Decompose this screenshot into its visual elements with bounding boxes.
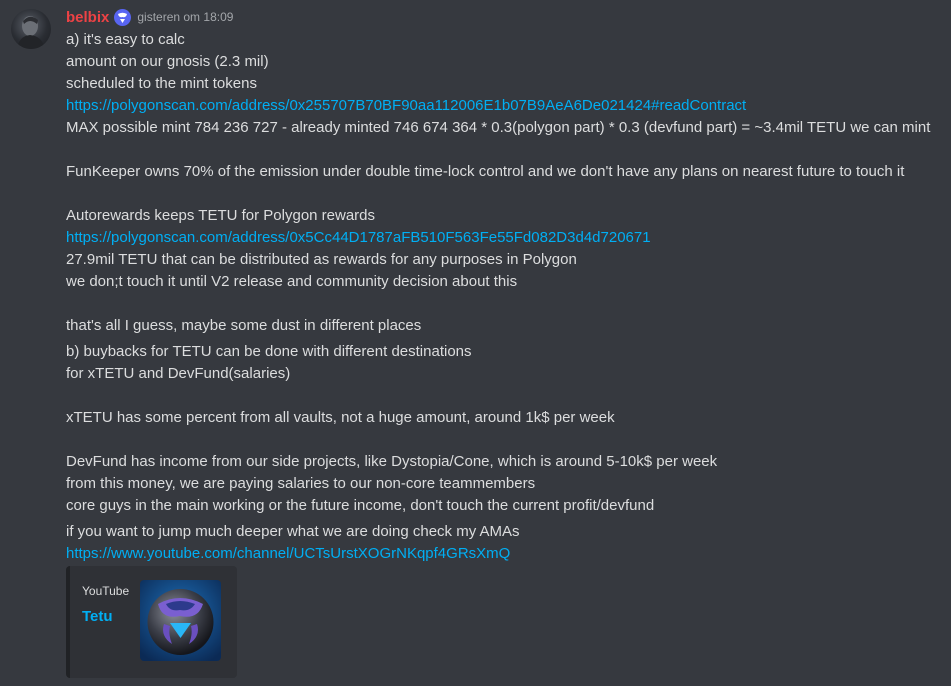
message-line: a) it's easy to calc — [66, 31, 185, 48]
message-line: xTETU has some percent from all vaults, … — [66, 409, 615, 426]
youtube-channel-link[interactable]: https://www.youtube.com/channel/UCTsUrst… — [66, 544, 510, 563]
message-line: core guys in the main working or the fut… — [66, 497, 655, 514]
message-line: b) buybacks for TETU can be done with di… — [66, 343, 472, 360]
message-line: Autorewards keeps TETU for Polygon rewar… — [66, 207, 376, 224]
message-line: DevFund has income from our side project… — [66, 453, 718, 470]
tetu-logo-thumbnail[interactable] — [140, 580, 221, 661]
message-line: from this money, we are paying salaries … — [66, 475, 536, 492]
user-avatar[interactable] — [11, 9, 51, 49]
message-line: if you want to jump much deeper what we … — [66, 523, 520, 540]
polygonscan-gnosis-link[interactable]: https://polygonscan.com/address/0x255707… — [66, 96, 746, 115]
embed-title[interactable]: Tetu — [82, 608, 113, 625]
polygonscan-autorewards-link[interactable]: https://polygonscan.com/address/0x5Cc44D… — [66, 228, 651, 247]
message-line: we don;t touch it until V2 release and c… — [66, 273, 518, 290]
server-badge-icon[interactable] — [114, 8, 132, 26]
message-line: 27.9mil TETU that can be distributed as … — [66, 251, 577, 268]
message-line: MAX possible mint 784 236 727 - already … — [66, 119, 931, 136]
message-line: scheduled to the mint tokens — [66, 75, 257, 92]
youtube-embed: YouTube Tetu — [66, 566, 237, 678]
message-line: amount on our gnosis (2.3 mil) — [66, 53, 269, 70]
message-timestamp[interactable]: gisteren om 18:09 — [137, 10, 233, 24]
embed-provider[interactable]: YouTube — [82, 584, 129, 598]
message-line: that's all I guess, maybe some dust in d… — [66, 317, 422, 334]
message-header: belbix gisteren om 18:09 — [66, 8, 233, 26]
message-line: for xTETU and DevFund(salaries) — [66, 365, 291, 382]
author-name[interactable]: belbix — [66, 9, 109, 26]
message-line: FunKeeper owns 70% of the emission under… — [66, 163, 905, 180]
